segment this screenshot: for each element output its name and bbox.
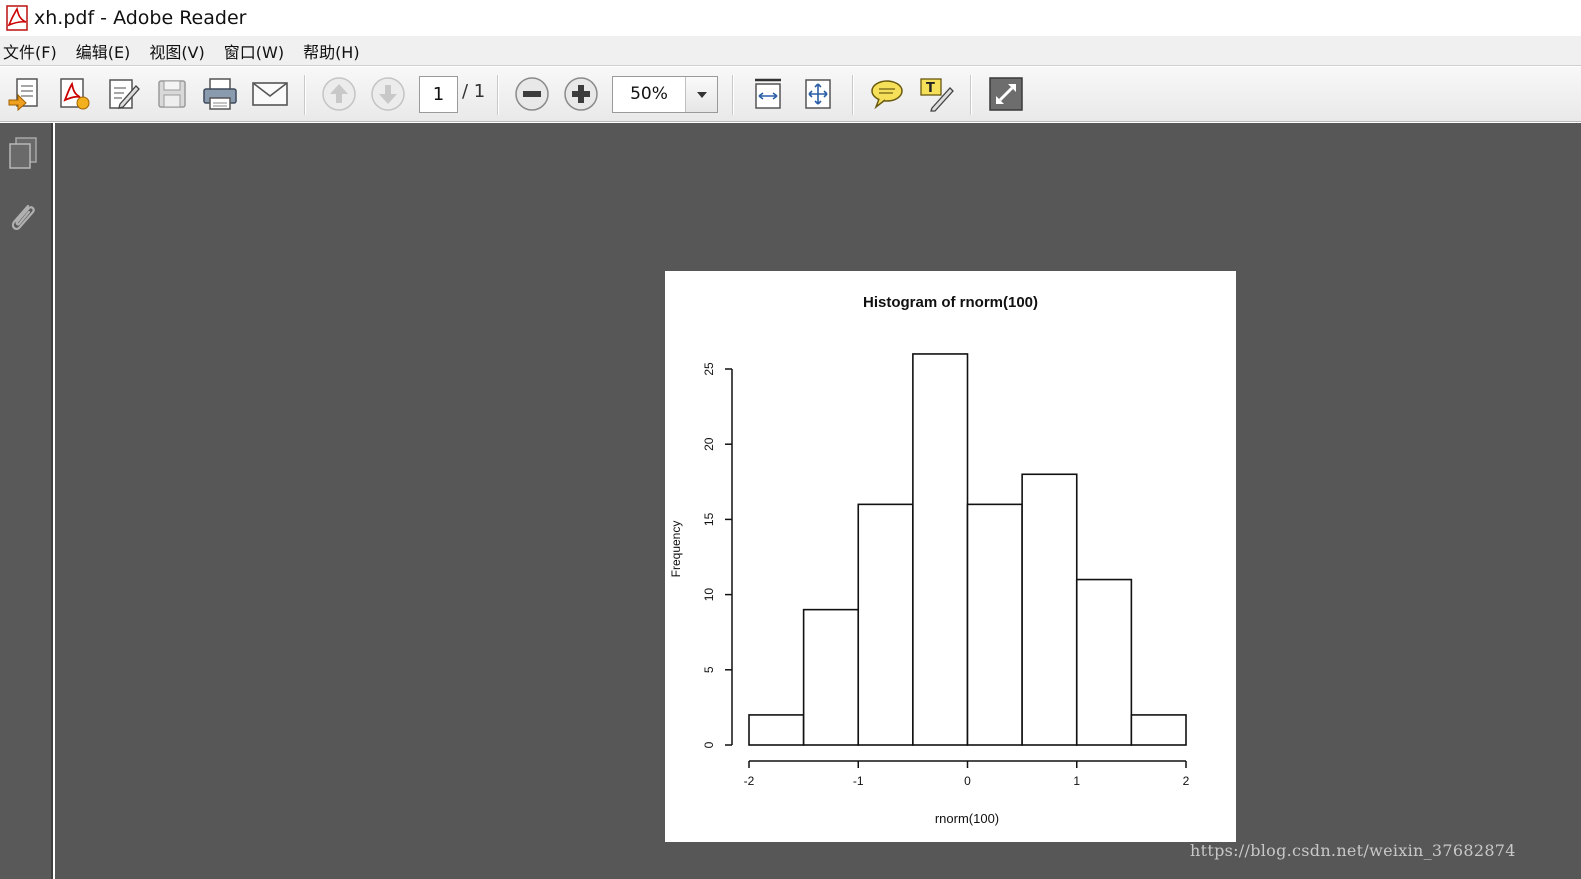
toolbar-separator [497,75,499,115]
attachments-panel-button[interactable] [5,199,41,237]
x-tick-label: 2 [1183,774,1190,788]
save-icon [158,80,186,108]
page-number-input[interactable]: 1 [419,76,458,113]
pdf-page: Histogram of rnorm(100) 0 5 10 15 20 25 -2 -1 0… [665,271,1236,842]
histogram-bar [1021,473,1078,746]
toolbar-separator [304,75,306,115]
zoom-value[interactable]: 50% [613,77,685,112]
attachment-icon [11,204,35,230]
x-tick-label: 1 [1073,774,1080,788]
previous-page-icon [322,77,356,111]
full-screen-icon [989,77,1023,111]
y-tick-label: 0 [702,741,716,748]
menu-view[interactable]: 视图(V) [149,39,212,63]
menu-edit[interactable]: 编辑(E) [76,39,139,63]
print-button[interactable] [201,75,239,113]
title-bar: xh.pdf - Adobe Reader [0,0,1581,36]
email-icon [252,82,288,106]
create-pdf-button[interactable] [55,75,93,113]
histogram-bar [912,353,969,746]
y-axis-label: Frequency [669,521,683,578]
toolbar-separator [852,75,854,115]
zoom-dropdown-button[interactable] [685,77,717,112]
open-icon [8,78,38,112]
create-pdf-icon [60,78,90,110]
histogram-bar [1075,578,1133,746]
histogram-chart: 0 5 10 15 20 25 -2 -1 0 1 2 Frequency rnorm(100) [669,353,1190,826]
window-title: xh.pdf - Adobe Reader [34,7,247,29]
menu-file[interactable]: 文件(F) [3,39,65,63]
zoom-out-button[interactable] [513,75,551,113]
chevron-down-icon [696,91,707,98]
pdf-file-icon [6,5,28,31]
toolbar-separator [732,75,734,115]
print-icon [203,78,237,110]
zoom-select[interactable]: 50% [612,76,718,113]
navigation-panel [0,123,53,879]
highlight-icon: T [920,78,954,112]
next-page-button[interactable] [369,75,407,113]
y-tick-label: 15 [702,512,716,526]
histogram-bar [966,503,1023,746]
toolbar: 1 / 1 50% T [0,67,1581,122]
toolbar-separator [970,75,972,115]
menu-bar: 文件(F) 编辑(E) 视图(V) 窗口(W) 帮助(H) [0,36,1581,66]
x-tick-label: -1 [853,774,864,788]
x-tick-label: -2 [744,774,755,788]
edit-icon [109,79,140,109]
open-button[interactable] [5,75,43,113]
save-button[interactable] [153,75,191,113]
comment-button[interactable] [868,75,906,113]
edit-button[interactable] [105,75,143,113]
highlight-button[interactable]: T [917,75,955,113]
document-viewport[interactable]: Histogram of rnorm(100) 0 5 10 15 20 25 -2 -1 0… [55,123,1581,879]
x-tick-label: 0 [964,774,971,788]
page-total-label: / 1 [462,81,486,102]
menu-window[interactable]: 窗口(W) [224,39,292,63]
comment-icon [871,80,903,110]
histogram-bar [748,714,805,746]
histogram-bar [802,608,860,746]
y-tick-label: 5 [702,666,716,673]
fit-page-button[interactable] [799,75,837,113]
histogram-bar [857,503,914,746]
histogram-bar [1130,714,1187,746]
zoom-in-icon [564,77,598,111]
x-axis-label: rnorm(100) [935,811,999,826]
fit-width-button[interactable] [749,75,787,113]
next-page-icon [371,77,405,111]
zoom-out-icon [515,77,549,111]
menu-help[interactable]: 帮助(H) [303,39,368,63]
fit-width-icon [755,78,781,109]
zoom-in-button[interactable] [562,75,600,113]
svg-text:T: T [926,81,935,96]
email-button[interactable] [251,75,289,113]
watermark-text: https://blog.csdn.net/weixin_37682874 [1190,841,1516,860]
full-screen-button[interactable] [987,75,1025,113]
y-tick-label: 25 [702,362,716,376]
y-tick-label: 10 [702,588,716,602]
y-tick-label: 20 [702,437,716,451]
previous-page-button[interactable] [320,75,358,113]
adobe-reader-window: xh.pdf - Adobe Reader 文件(F) 编辑(E) 视图(V) … [0,0,1581,879]
pages-icon [9,137,37,169]
fit-page-icon [805,79,831,109]
pages-panel-button[interactable] [5,135,41,173]
